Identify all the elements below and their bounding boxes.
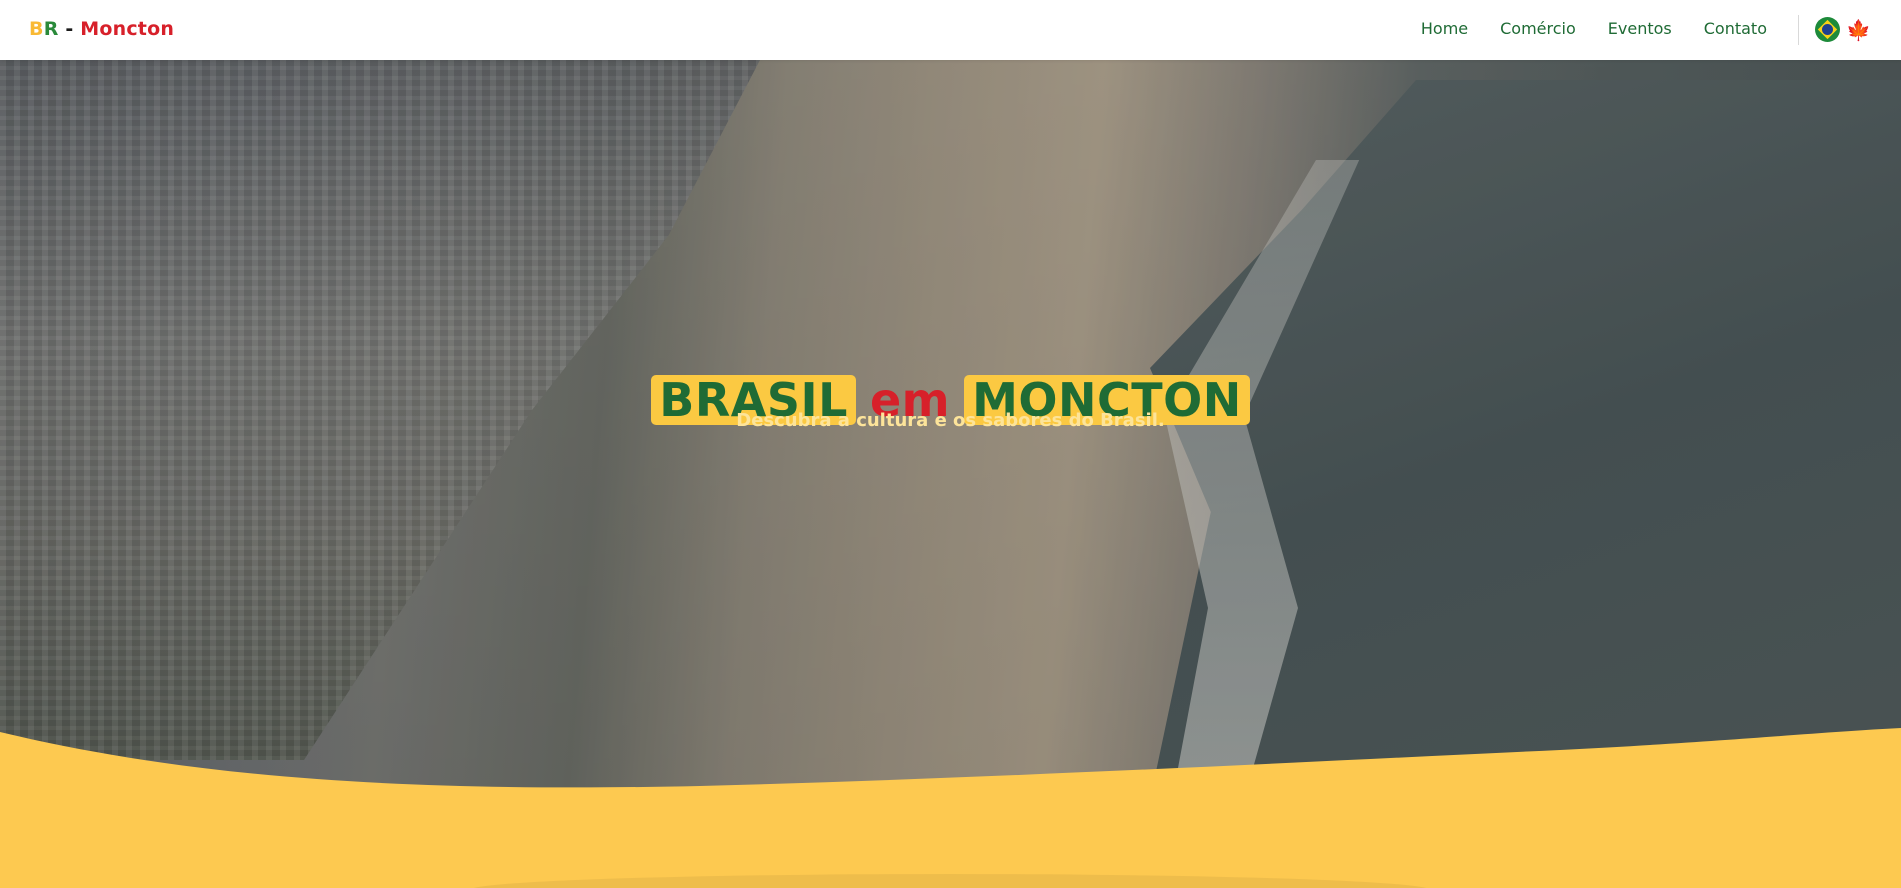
- maple-leaf-icon: 🍁: [1846, 17, 1871, 42]
- logo-letter-b: B: [29, 18, 44, 40]
- hero-subtitle: Descubra a cultura e os sabores do Brasi…: [736, 410, 1165, 431]
- nav-contato[interactable]: Contato: [1704, 19, 1767, 38]
- canada-flag-icon[interactable]: 🍁: [1846, 17, 1871, 42]
- nav-home[interactable]: Home: [1421, 19, 1468, 38]
- nav-eventos[interactable]: Eventos: [1608, 19, 1672, 38]
- brazil-flag-globe: [1822, 24, 1833, 35]
- brazil-flag-icon[interactable]: [1815, 17, 1840, 42]
- logo-city: Moncton: [80, 18, 175, 40]
- main-nav: Home Comércio Eventos Contato: [1421, 19, 1767, 38]
- site-logo[interactable]: BR - Moncton: [29, 18, 174, 40]
- yellow-wave-divider: [0, 728, 1901, 888]
- logo-dash: -: [58, 18, 81, 40]
- site-header: BR - Moncton Home Comércio Eventos Conta…: [0, 0, 1901, 60]
- nav-comercio[interactable]: Comércio: [1500, 19, 1576, 38]
- nav-divider: [1798, 15, 1799, 45]
- logo-letter-r: R: [43, 18, 59, 40]
